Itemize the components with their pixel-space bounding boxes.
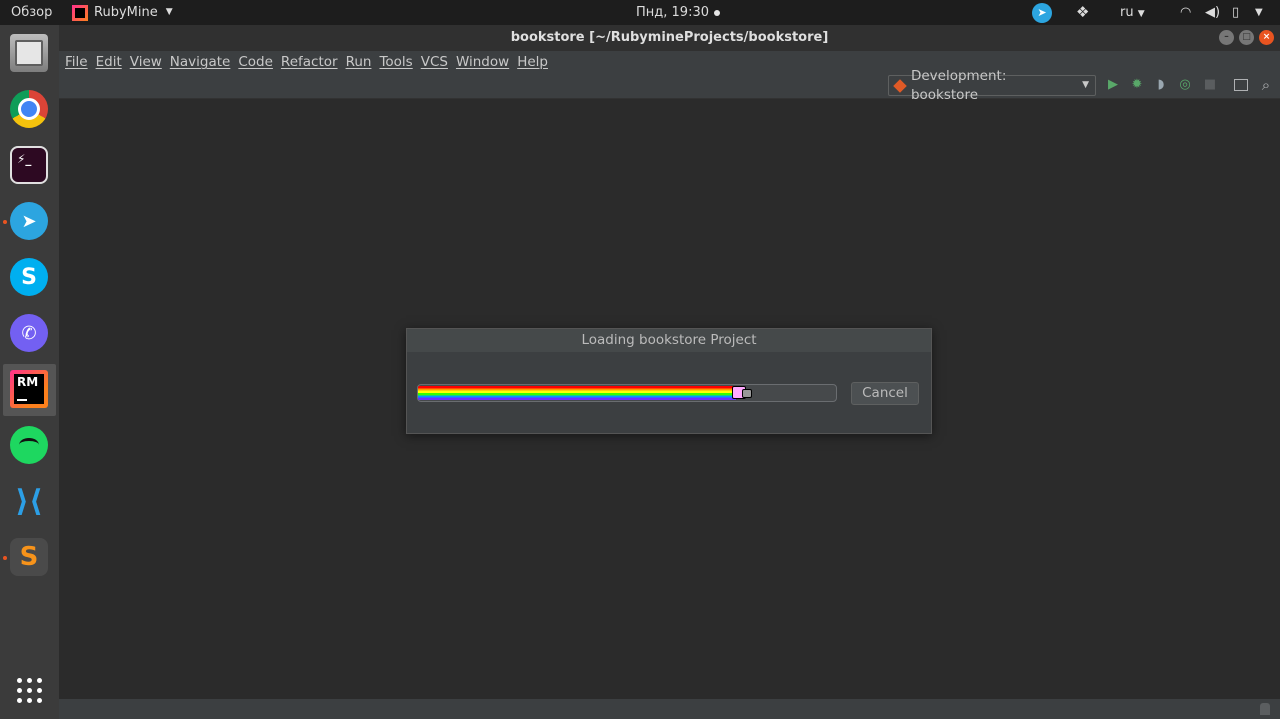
debug-icon[interactable]: ✹ <box>1129 77 1145 93</box>
chrome-icon[interactable] <box>10 90 48 128</box>
skype-icon[interactable]: S <box>10 258 48 296</box>
window-controls: – □ × <box>1219 30 1274 45</box>
spotify-icon[interactable] <box>10 426 48 464</box>
menu-bar: File Edit View Navigate Code Refactor Ru… <box>59 51 1280 73</box>
running-indicator <box>3 556 7 560</box>
menu-vcs[interactable]: VCS <box>421 51 448 73</box>
files-icon[interactable] <box>10 34 48 72</box>
app-menu-label: RubyMine <box>94 5 158 20</box>
wifi-icon[interactable]: ◠ <box>1180 0 1191 25</box>
chevron-down-icon: ▼ <box>1137 9 1145 19</box>
maximize-icon[interactable]: □ <box>1239 30 1254 45</box>
system-menu-chevron-icon[interactable]: ▼ <box>1255 0 1263 25</box>
language-indicator[interactable]: ru ▼ <box>1120 0 1145 25</box>
rubymine-icon[interactable]: RM <box>10 370 48 408</box>
rubymine-logo-text: RM <box>14 374 44 404</box>
top-panel: Обзор RubyMine ▼ Пнд, 19:30 ➤ ❖ ru ▼ ◠ ◀… <box>0 0 1280 25</box>
chevron-down-icon: ▼ <box>165 7 173 17</box>
menu-window[interactable]: Window <box>456 51 509 73</box>
menu-run[interactable]: Run <box>346 51 372 73</box>
window-titlebar[interactable]: bookstore [~/RubymineProjects/bookstore]… <box>59 25 1280 51</box>
language-label: ru <box>1120 5 1134 20</box>
rubymine-icon <box>72 5 88 21</box>
menu-refactor[interactable]: Refactor <box>281 51 338 73</box>
status-bar <box>59 699 1280 719</box>
menu-edit[interactable]: Edit <box>96 51 122 73</box>
menu-code[interactable]: Code <box>238 51 273 73</box>
sublime-text-icon[interactable]: S <box>10 538 48 576</box>
menu-tools[interactable]: Tools <box>379 51 412 73</box>
menu-file[interactable]: File <box>65 51 88 73</box>
telegram-icon[interactable]: ➤ <box>10 202 48 240</box>
run-configuration-select[interactable]: Development: bookstore ▼ <box>888 68 1096 103</box>
menu-help[interactable]: Help <box>517 51 548 73</box>
clock-label: Пнд, 19:30 <box>636 5 709 20</box>
close-icon[interactable]: × <box>1259 30 1274 45</box>
run-icon[interactable]: ▶ <box>1105 77 1121 93</box>
coverage-icon[interactable]: ◗ <box>1153 77 1169 93</box>
chevron-down-icon: ▼ <box>1082 80 1089 90</box>
app-menu[interactable]: RubyMine ▼ <box>72 0 173 25</box>
telegram-icon[interactable]: ➤ <box>1032 3 1052 23</box>
menu-view[interactable]: View <box>130 51 162 73</box>
running-indicator <box>3 220 7 224</box>
ruby-gem-icon <box>893 78 907 93</box>
stop-icon[interactable]: ■ <box>1202 77 1218 93</box>
progress-fill <box>418 386 736 400</box>
show-applications-icon[interactable] <box>10 671 48 709</box>
progress-bar <box>417 384 837 402</box>
dialog-title[interactable]: Loading bookstore Project <box>407 329 931 352</box>
clock[interactable]: Пнд, 19:30 <box>636 0 720 25</box>
profile-icon[interactable]: ◎ <box>1177 77 1193 93</box>
viber-icon[interactable]: ✆ <box>10 314 48 352</box>
activities-button[interactable]: Обзор <box>11 0 52 25</box>
window-title: bookstore [~/RubymineProjects/bookstore] <box>510 30 829 45</box>
volume-icon[interactable]: ◀) <box>1205 0 1220 25</box>
vscode-icon[interactable]: ⟩⟨ <box>10 482 48 520</box>
terminal-icon[interactable]: ⚡_ <box>10 146 48 184</box>
menu-navigate[interactable]: Navigate <box>170 51 231 73</box>
loading-dialog: Loading bookstore Project Cancel <box>406 328 932 434</box>
dropbox-icon[interactable]: ❖ <box>1076 0 1089 25</box>
nyan-cat-icon <box>732 385 752 401</box>
memory-indicator-icon[interactable] <box>1260 703 1270 715</box>
run-configuration-label: Development: bookstore <box>910 67 1007 103</box>
dock: ⚡_ ➤ S ✆ RM ⟩⟨ S <box>0 25 59 719</box>
notification-dot <box>714 9 720 16</box>
terminal-icon[interactable] <box>1234 79 1248 91</box>
search-icon[interactable]: ⌕ <box>1258 77 1274 93</box>
minimize-icon[interactable]: – <box>1219 30 1234 45</box>
main-toolbar: Development: bookstore ▼ ▶ ✹ ◗ ◎ ■ ⌕ <box>59 68 1280 103</box>
battery-icon[interactable]: ▯ <box>1232 0 1239 25</box>
cancel-button[interactable]: Cancel <box>851 382 919 405</box>
